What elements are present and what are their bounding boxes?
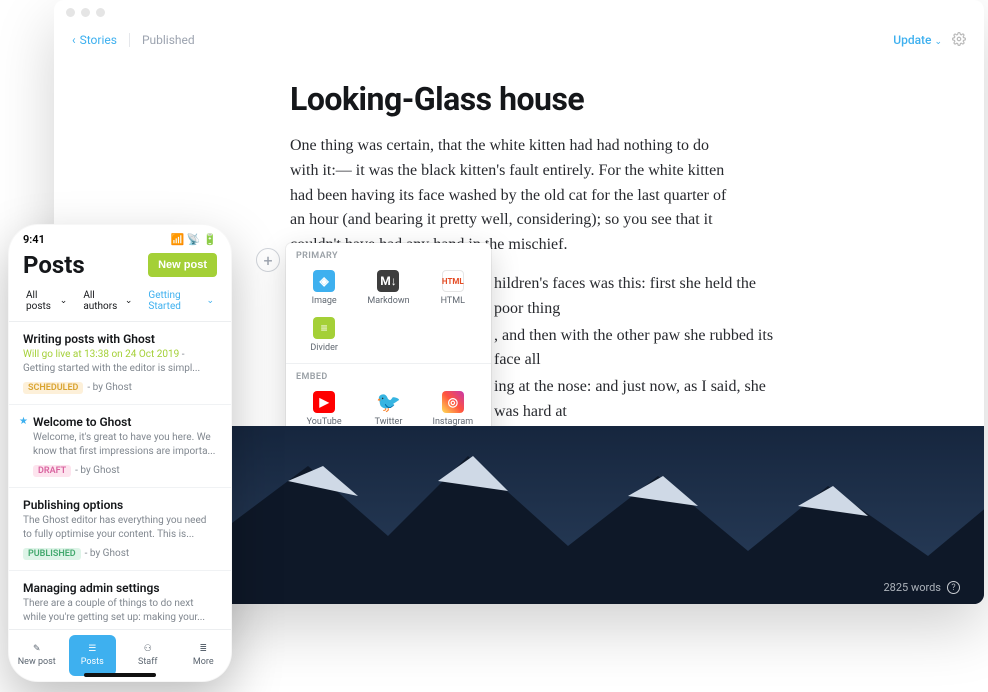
- status-icons: 📶 📡 🔋: [170, 233, 217, 246]
- post-list: Writing posts with Ghost Will go live at…: [9, 322, 231, 682]
- menu-item-image[interactable]: ◈Image: [292, 265, 356, 310]
- chevron-left-icon: ‹: [72, 33, 76, 47]
- tab-posts[interactable]: ☰ Posts: [69, 635, 117, 676]
- paragraph[interactable]: hildren's faces was this: first she held…: [494, 272, 784, 322]
- chevron-down-icon: ⌄: [60, 296, 68, 306]
- youtube-icon: ▶: [313, 391, 335, 413]
- post-item-excerpt: The Ghost editor has everything you need…: [23, 514, 217, 541]
- editor-topbar: ‹ Stories Published Update ⌄: [54, 24, 984, 56]
- traffic-min-icon[interactable]: [81, 8, 90, 17]
- html-icon: HTML: [442, 270, 464, 292]
- status-badge: SCHEDULED: [23, 382, 83, 394]
- chevron-down-icon: ⌄: [206, 296, 214, 306]
- post-item-title: Welcome to Ghost: [33, 415, 217, 429]
- menu-item-html[interactable]: HTMLHTML: [421, 265, 485, 310]
- post-item-excerpt: Welcome, it's great to have you here. We…: [33, 431, 217, 458]
- paragraph[interactable]: , and then with the other paw she rubbed…: [494, 324, 784, 374]
- more-icon: ≣: [199, 644, 207, 654]
- staff-icon: ⚇: [144, 644, 152, 654]
- help-icon[interactable]: ?: [947, 581, 960, 594]
- filter-all-posts[interactable]: All posts ⌄: [21, 287, 72, 315]
- markdown-icon: M↓: [377, 270, 399, 292]
- feature-image: [232, 426, 984, 604]
- posts-icon: ☰: [88, 644, 96, 654]
- menu-item-youtube[interactable]: ▶YouTube: [292, 386, 356, 431]
- traffic-close-icon[interactable]: [66, 8, 75, 17]
- traffic-max-icon[interactable]: [96, 8, 105, 17]
- breadcrumb-status: Published: [129, 33, 195, 47]
- list-item[interactable]: Welcome to Ghost Welcome, it's great to …: [9, 405, 231, 488]
- paragraph[interactable]: ing at the nose: and just now, as I said…: [494, 375, 794, 425]
- post-schedule-time: Will go live at 13:38 on 24 Oct 2019: [23, 349, 179, 360]
- pen-icon: ✎: [33, 644, 41, 654]
- post-item-excerpt: There are a couple of things to do next …: [23, 597, 217, 624]
- window-titlebar: [54, 0, 984, 24]
- menu-section-primary: PRIMARY: [286, 243, 491, 265]
- home-indicator: [84, 673, 156, 677]
- byline: - by Ghost: [87, 382, 131, 393]
- menu-section-embed: EMBED: [286, 364, 491, 386]
- twitter-icon: 🐦: [377, 391, 399, 413]
- add-card-button[interactable]: +: [256, 248, 280, 272]
- menu-item-twitter[interactable]: 🐦Twitter: [356, 386, 420, 431]
- divider-icon: ≡: [313, 317, 335, 339]
- byline: - by Ghost: [85, 548, 129, 559]
- list-item[interactable]: Publishing options The Ghost editor has …: [9, 488, 231, 571]
- new-post-button[interactable]: New post: [148, 253, 217, 277]
- post-title[interactable]: Looking-Glass house: [290, 80, 984, 118]
- post-item-title: Publishing options: [23, 498, 217, 512]
- status-badge: PUBLISHED: [23, 548, 81, 560]
- menu-item-markdown[interactable]: M↓Markdown: [356, 265, 420, 310]
- paragraph[interactable]: One thing was certain, that the white ki…: [290, 134, 740, 258]
- status-time: 9:41: [23, 233, 45, 246]
- status-badge: DRAFT: [33, 465, 71, 477]
- filter-bar: All posts ⌄ All authors ⌄ Getting Starte…: [9, 287, 231, 321]
- post-item-title: Managing admin settings: [23, 581, 217, 595]
- image-icon: ◈: [313, 270, 335, 292]
- status-bar: 9:41 📶 📡 🔋: [9, 225, 231, 247]
- menu-item-divider[interactable]: ≡Divider: [292, 312, 356, 357]
- tab-new-post[interactable]: ✎ New post: [9, 630, 65, 681]
- filter-tag[interactable]: Getting Started ⌄: [143, 287, 219, 315]
- phone-header: Posts New post: [9, 247, 231, 287]
- word-count: 2825 words ?: [883, 581, 960, 594]
- filter-all-authors[interactable]: All authors ⌄: [78, 287, 137, 315]
- list-item[interactable]: Writing posts with Ghost Will go live at…: [9, 322, 231, 405]
- tab-more[interactable]: ≣ More: [176, 630, 232, 681]
- post-item-title: Writing posts with Ghost: [23, 332, 217, 346]
- back-label: Stories: [80, 33, 117, 47]
- back-link[interactable]: ‹ Stories: [72, 33, 117, 47]
- chevron-down-icon: ⌄: [125, 296, 133, 306]
- phone-mockup: 9:41 📶 📡 🔋 Posts New post All posts ⌄ Al…: [8, 224, 232, 682]
- page-title: Posts: [23, 251, 85, 279]
- chevron-down-icon: ⌄: [934, 37, 942, 47]
- settings-gear-icon[interactable]: [952, 32, 966, 49]
- byline: - by Ghost: [75, 465, 119, 476]
- instagram-icon: ◎: [442, 391, 464, 413]
- update-button[interactable]: Update ⌄: [893, 33, 942, 47]
- menu-item-instagram[interactable]: ◎Instagram: [421, 386, 485, 431]
